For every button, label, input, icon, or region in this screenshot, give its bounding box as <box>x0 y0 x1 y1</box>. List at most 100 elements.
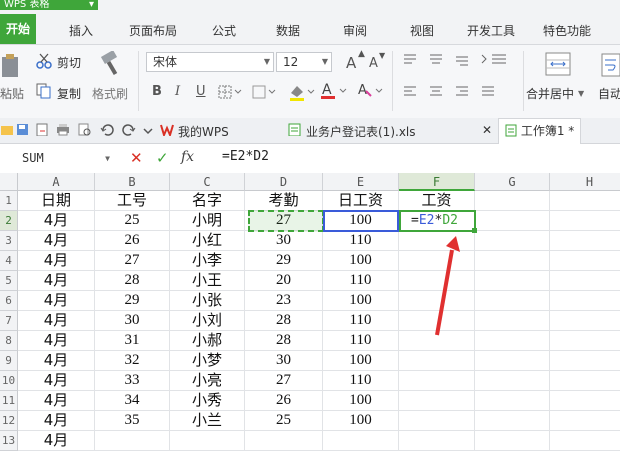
row-header[interactable]: 8 <box>0 331 18 351</box>
table-cell[interactable]: 25 <box>95 211 170 231</box>
font-name-select[interactable]: 宋体 ▼ <box>146 52 274 72</box>
table-cell[interactable]: 考勤 <box>245 191 323 211</box>
table-cell[interactable] <box>399 271 475 291</box>
table-cell[interactable] <box>550 271 620 291</box>
table-cell[interactable]: 小郝 <box>170 331 245 351</box>
row-header[interactable]: 4 <box>0 251 18 271</box>
table-cell[interactable] <box>550 211 620 231</box>
table-cell[interactable] <box>550 251 620 271</box>
copy-icon[interactable] <box>36 83 52 99</box>
underline-button[interactable]: U <box>196 84 206 99</box>
table-cell[interactable]: 4月 <box>18 251 95 271</box>
tab-special-features[interactable]: 特色功能 <box>543 22 591 39</box>
format-painter-button[interactable]: 格式刷 <box>92 85 128 102</box>
font-size-select[interactable]: 12 ▼ <box>276 52 332 72</box>
table-cell[interactable] <box>550 291 620 311</box>
table-cell[interactable] <box>475 211 550 231</box>
clear-format-icon[interactable]: A <box>356 81 384 101</box>
table-cell[interactable]: 工资 <box>399 191 475 211</box>
table-cell[interactable] <box>399 411 475 431</box>
merge-cells-icon[interactable] <box>252 85 278 99</box>
table-cell[interactable]: 4月 <box>18 411 95 431</box>
formula-input[interactable]: =E2*D2 <box>222 149 269 164</box>
table-cell[interactable]: 25 <box>245 411 323 431</box>
tab-data[interactable]: 数据 <box>276 22 300 39</box>
scissors-icon[interactable] <box>36 53 52 69</box>
table-cell[interactable]: 32 <box>95 351 170 371</box>
table-cell[interactable] <box>475 431 550 451</box>
table-cell[interactable]: 小梦 <box>170 351 245 371</box>
table-cell[interactable]: 20 <box>245 271 323 291</box>
table-cell[interactable] <box>399 231 475 251</box>
table-cell[interactable]: 小亮 <box>170 371 245 391</box>
table-cell[interactable]: 小李 <box>170 251 245 271</box>
table-cell[interactable]: 日期 <box>18 191 95 211</box>
table-cell[interactable]: 小张 <box>170 291 245 311</box>
fill-color-icon[interactable] <box>288 83 316 101</box>
row-header[interactable]: 10 <box>0 371 18 391</box>
table-cell[interactable] <box>323 431 399 451</box>
table-cell[interactable] <box>475 391 550 411</box>
table-cell[interactable]: 26 <box>245 391 323 411</box>
table-cell[interactable] <box>399 431 475 451</box>
table-cell[interactable] <box>550 311 620 331</box>
table-cell[interactable] <box>399 331 475 351</box>
table-cell[interactable]: 工号 <box>95 191 170 211</box>
table-cell[interactable]: 4月 <box>18 351 95 371</box>
table-cell[interactable]: 100 <box>323 411 399 431</box>
table-cell[interactable] <box>475 271 550 291</box>
paste-button-label[interactable]: 粘贴 <box>0 85 24 102</box>
table-cell[interactable] <box>399 311 475 331</box>
table-cell[interactable] <box>550 391 620 411</box>
tab-my-wps[interactable]: 我的WPS <box>178 123 229 140</box>
tab-review[interactable]: 审阅 <box>343 22 367 39</box>
table-cell[interactable]: 28 <box>95 271 170 291</box>
active-cell-f2[interactable]: =E2*D2 <box>399 210 476 232</box>
row-header[interactable]: 2 <box>0 211 18 231</box>
format-painter-icon[interactable] <box>98 51 126 77</box>
table-cell[interactable] <box>475 371 550 391</box>
top-align-icons[interactable] <box>402 53 512 67</box>
table-cell[interactable] <box>399 251 475 271</box>
table-cell[interactable]: 4月 <box>18 371 95 391</box>
table-cell[interactable]: 27 <box>95 251 170 271</box>
table-cell[interactable]: 4月 <box>18 271 95 291</box>
table-cell[interactable] <box>475 231 550 251</box>
table-cell[interactable] <box>550 231 620 251</box>
tab-page-layout[interactable]: 页面布局 <box>129 22 177 39</box>
table-cell[interactable]: 小红 <box>170 231 245 251</box>
confirm-formula-button[interactable]: ✓ <box>156 149 169 167</box>
table-cell[interactable]: 小明 <box>170 211 245 231</box>
spreadsheet-grid[interactable]: A B C D E F G H 1 日期 工号 名字 考勤 日工资 工资 2 4月 25 小明 27 100 3 4月 26 小… <box>0 173 620 463</box>
table-cell[interactable]: 28 <box>245 311 323 331</box>
table-cell[interactable] <box>550 431 620 451</box>
app-menu-button[interactable]: WPS 表格 ▾ <box>0 0 98 10</box>
column-header-h[interactable]: H <box>550 173 620 191</box>
table-cell[interactable]: 33 <box>95 371 170 391</box>
quick-access-menu-icon[interactable] <box>142 123 156 136</box>
export-pdf-icon[interactable] <box>36 123 50 136</box>
print-preview-icon[interactable] <box>78 123 92 136</box>
copy-button[interactable]: 复制 <box>57 85 81 102</box>
row-header[interactable]: 5 <box>0 271 18 291</box>
close-tab-icon[interactable]: ✕ <box>482 123 492 137</box>
table-cell[interactable]: 29 <box>245 251 323 271</box>
table-cell[interactable]: 110 <box>323 271 399 291</box>
table-cell[interactable] <box>475 191 550 211</box>
table-cell[interactable]: 23 <box>245 291 323 311</box>
table-cell[interactable] <box>550 191 620 211</box>
table-cell[interactable]: 29 <box>95 291 170 311</box>
table-cell[interactable]: 小秀 <box>170 391 245 411</box>
row-header[interactable]: 6 <box>0 291 18 311</box>
tab-home[interactable]: 开始 <box>0 14 37 44</box>
table-cell[interactable]: 35 <box>95 411 170 431</box>
row-header[interactable]: 1 <box>0 191 18 211</box>
table-cell[interactable]: 小王 <box>170 271 245 291</box>
table-cell[interactable] <box>170 431 245 451</box>
tab-developer[interactable]: 开发工具 <box>467 22 515 39</box>
merge-center-icon[interactable] <box>545 52 571 76</box>
column-header-c[interactable]: C <box>170 173 245 191</box>
column-header-a[interactable]: A <box>18 173 95 191</box>
increase-font-button[interactable]: A <box>346 54 356 72</box>
table-cell[interactable]: 4月 <box>18 231 95 251</box>
